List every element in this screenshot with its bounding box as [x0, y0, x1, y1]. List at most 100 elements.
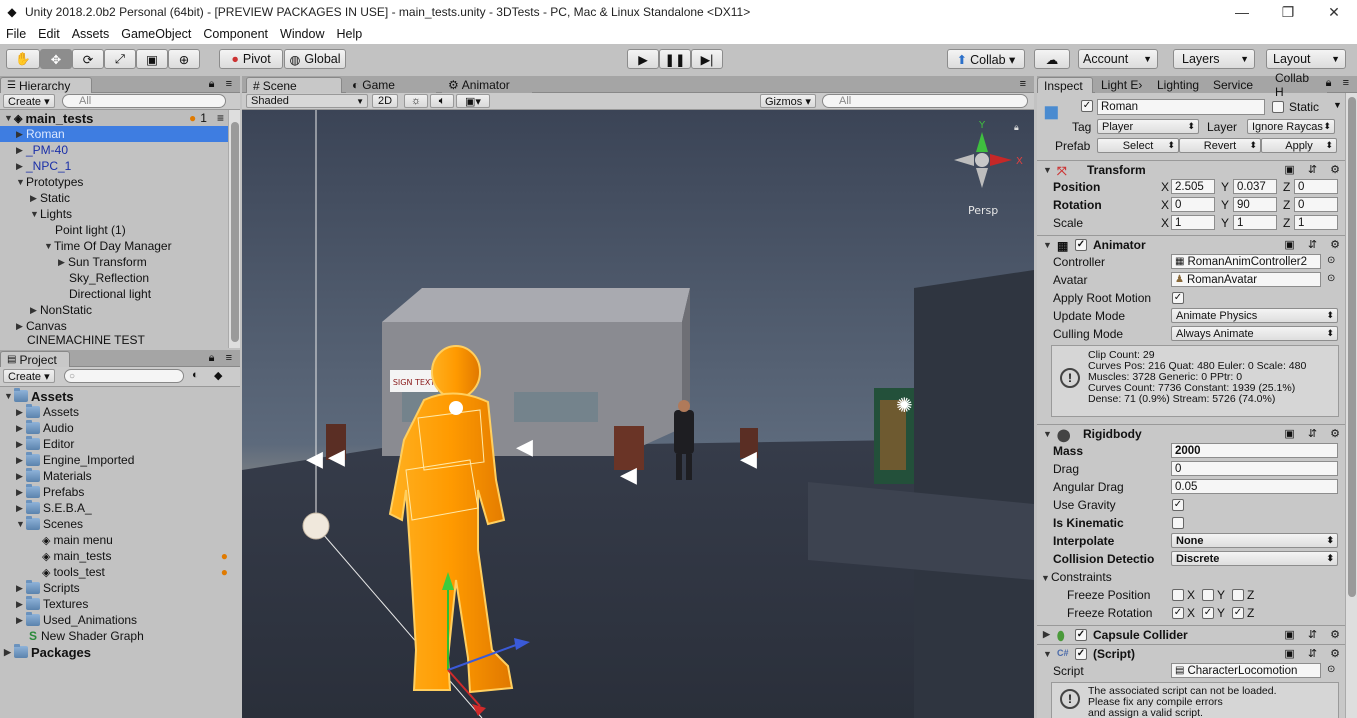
panel-lock-icon[interactable]: 🔒︎ ≡ [1326, 77, 1353, 90]
capsule-enabled-checkbox[interactable]: ✓ [1075, 628, 1087, 641]
transform-header[interactable]: ▼ ⤧ Transform ▣ ⇵ ⚙ [1037, 160, 1345, 178]
project-item-shader-graph[interactable]: S New Shader Graph [0, 628, 240, 644]
project-item-tools-test[interactable]: ◈ tools_test ● [0, 564, 240, 580]
audio-source-gizmo-icon[interactable]: ◀ [516, 435, 533, 460]
project-item-main-menu[interactable]: ◈ main menu [0, 532, 240, 548]
interpolate-dropdown[interactable]: None [1171, 533, 1338, 548]
project-item-audio[interactable]: ▶ Audio [0, 420, 240, 436]
hierarchy-item-npc1[interactable]: ▶ _NPC_1 [0, 158, 240, 174]
avatar-field[interactable]: ♟ RomanAvatar [1171, 272, 1321, 287]
hierarchy-search-input[interactable]: All [62, 94, 226, 108]
rect-tool-button[interactable]: ▣ [136, 49, 168, 69]
project-item-scripts[interactable]: ▶ Scripts [0, 580, 240, 596]
menu-component[interactable]: Component [197, 27, 274, 41]
collision-detection-dropdown[interactable]: Discrete [1171, 551, 1338, 566]
position-z-field[interactable]: 0 [1294, 179, 1338, 194]
freeze-rotation-y-checkbox[interactable]: ✓ [1202, 607, 1214, 619]
component-settings-icon[interactable]: ▣ ⇵ ⚙ [1284, 647, 1345, 660]
prefab-revert-button[interactable]: Revert [1179, 138, 1261, 153]
hierarchy-scrollbar[interactable] [228, 110, 240, 348]
tag-dropdown[interactable]: Player [1097, 119, 1199, 134]
menu-edit[interactable]: Edit [32, 27, 66, 41]
scale-x-field[interactable]: 1 [1171, 215, 1215, 230]
hierarchy-item-static[interactable]: ▶ Static [0, 190, 240, 206]
scale-tool-button[interactable]: ⤢ [104, 49, 136, 69]
pause-button[interactable]: ❚❚ [659, 49, 691, 69]
controller-field[interactable]: ▦ RomanAnimController2 [1171, 254, 1321, 269]
prefab-select-button[interactable]: Select [1097, 138, 1179, 153]
lighting-toggle[interactable]: ☼ [404, 94, 428, 108]
hierarchy-item-directional-light[interactable]: Directional light [0, 286, 240, 302]
project-item-editor[interactable]: ▶ Editor [0, 436, 240, 452]
component-settings-icon[interactable]: ▣ ⇵ ⚙ [1284, 163, 1345, 176]
position-x-field[interactable]: 2.505 [1171, 179, 1215, 194]
tab-collab-history[interactable]: Collab H [1269, 71, 1327, 99]
freeze-position-x-checkbox[interactable] [1172, 589, 1184, 601]
menu-help[interactable]: Help [330, 27, 368, 41]
maximize-button[interactable]: ❐ [1265, 0, 1311, 24]
hand-tool-button[interactable]: ✋ [6, 49, 40, 69]
point-light-gizmo[interactable] [302, 512, 330, 540]
update-mode-dropdown[interactable]: Animate Physics [1171, 308, 1338, 323]
hierarchy-item-sun-transform[interactable]: ▶ Sun Transform [0, 254, 240, 270]
hierarchy-item-pm40[interactable]: ▶ _PM-40 [0, 142, 240, 158]
gizmos-dropdown[interactable]: Gizmos ▾ [760, 94, 816, 108]
hierarchy-item-sky-reflection[interactable]: Sky_Reflection [0, 270, 240, 286]
close-button[interactable]: ✕ [1311, 0, 1357, 24]
mass-field[interactable]: 2000 [1171, 443, 1338, 458]
cloud-button[interactable]: ☁ [1034, 49, 1070, 69]
audio-source-gizmo-icon[interactable]: ◀ [306, 447, 323, 472]
layout-dropdown[interactable]: Layout ▼ [1266, 49, 1346, 69]
tab-project[interactable]: ▤ Project [0, 351, 70, 367]
script-field[interactable]: ▤ CharacterLocomotion [1171, 663, 1321, 678]
hierarchy-item-cinemachine[interactable]: CINEMACHINE TEST [0, 334, 240, 346]
tab-inspector[interactable]: Inspect [1037, 77, 1093, 93]
object-picker-icon[interactable]: ⊙ [1327, 255, 1335, 266]
constraints-label[interactable]: ▼Constraints [1041, 570, 1112, 584]
animator-enabled-checkbox[interactable]: ✓ [1075, 238, 1087, 251]
object-picker-icon[interactable]: ⊙ [1327, 273, 1335, 284]
project-item-materials[interactable]: ▶ Materials [0, 468, 240, 484]
layers-dropdown[interactable]: Layers ▼ [1173, 49, 1255, 69]
effects-dropdown[interactable]: ▣▾ [456, 94, 490, 108]
light-gizmo-icon[interactable]: ✺ [896, 393, 913, 417]
component-settings-icon[interactable]: ▣ ⇵ ⚙ [1284, 238, 1345, 251]
position-y-field[interactable]: 0.037 [1233, 179, 1277, 194]
scene-menu-icon[interactable]: ≡ [217, 111, 224, 125]
scene-render[interactable]: SIGN TEXT ◀ ◀ ◀ ◀ ◀ ✺ Y X Persp 🔒︎ [242, 110, 1034, 718]
freeze-rotation-z-checkbox[interactable]: ✓ [1232, 607, 1244, 619]
prefab-apply-button[interactable]: Apply [1261, 138, 1337, 153]
project-item-seba[interactable]: ▶ S.E.B.A_ [0, 500, 240, 516]
menu-gameobject[interactable]: GameObject [115, 27, 197, 41]
audio-toggle[interactable]: 🔈︎ [430, 94, 454, 108]
project-item-assets[interactable]: ▶ Assets [0, 404, 240, 420]
project-item-prefabs[interactable]: ▶ Prefabs [0, 484, 240, 500]
scene-row[interactable]: ▼ ◈ main_tests ● 1 ≡ [0, 110, 240, 126]
step-button[interactable]: ▶| [691, 49, 723, 69]
scene-search-input[interactable]: All [822, 94, 1028, 108]
audio-source-gizmo-icon[interactable]: ◀ [620, 463, 637, 488]
move-tool-button[interactable]: ✥ [40, 49, 72, 69]
scrollbar-thumb[interactable] [231, 122, 239, 342]
project-item-assets-root[interactable]: ▼ Assets [0, 388, 240, 404]
project-item-used-animations[interactable]: ▶ Used_Animations [0, 612, 240, 628]
hierarchy-item-canvas[interactable]: ▶ Canvas [0, 318, 240, 334]
scale-z-field[interactable]: 1 [1294, 215, 1338, 230]
expand-arrow-icon[interactable]: ▼ [4, 113, 14, 123]
global-button[interactable]: ◍ Global [284, 49, 346, 69]
filter-label-icon[interactable]: ◆ [214, 369, 222, 382]
project-item-engine-imported[interactable]: ▶ Engine_Imported [0, 452, 240, 468]
play-button[interactable]: ▶ [627, 49, 659, 69]
scene-viewport[interactable]: SIGN TEXT ◀ ◀ ◀ ◀ ◀ ✺ Y X Persp 🔒︎ [242, 110, 1034, 718]
project-search-input[interactable]: ○ [64, 369, 184, 383]
filter-type-icon[interactable]: ◐ [192, 369, 199, 381]
tab-services[interactable]: Service [1207, 77, 1269, 93]
panel-lock-icon[interactable]: 🔒︎ ≡ [209, 352, 236, 365]
tab-scene[interactable]: # Scene [246, 77, 342, 93]
hierarchy-item-prototypes[interactable]: ▼ Prototypes [0, 174, 240, 190]
tab-hierarchy[interactable]: ☰ Hierarchy [0, 77, 92, 93]
tab-animator[interactable]: ⚙ Animator [442, 77, 532, 93]
inspector-scrollbar[interactable] [1345, 93, 1357, 718]
project-item-main-tests[interactable]: ◈ main_tests ● [0, 548, 240, 564]
shading-mode-dropdown[interactable]: Shaded ▼ [246, 94, 368, 108]
